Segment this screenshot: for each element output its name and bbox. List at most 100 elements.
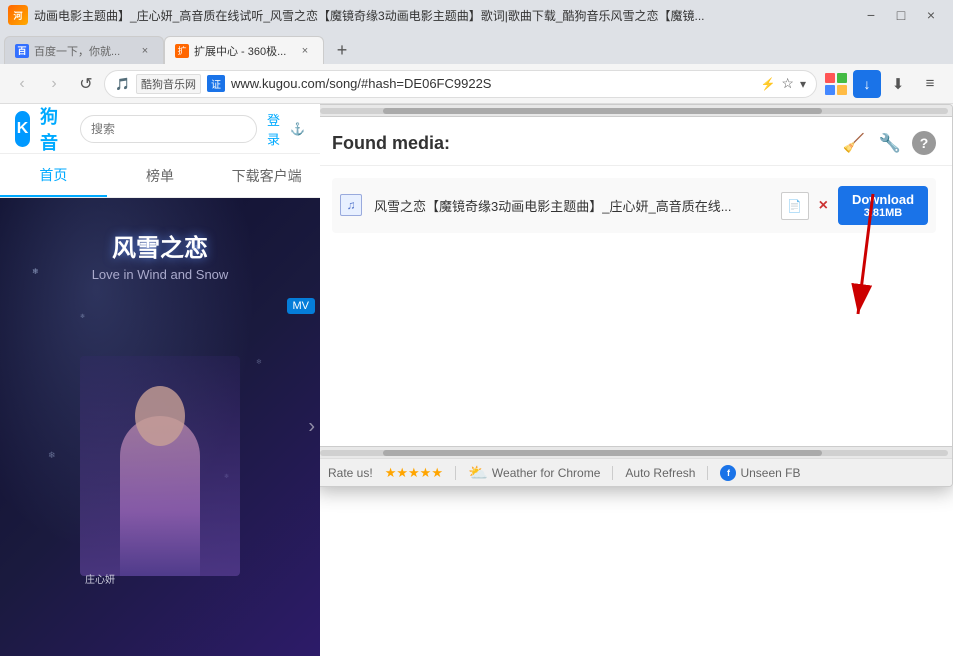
album-text-overlay: 风雪之恋 Love in Wind and Snow	[92, 228, 229, 282]
forward-button[interactable]: ›	[40, 70, 68, 98]
song-title: 风雪之恋	[92, 228, 229, 263]
download-size: 3.81MB	[850, 207, 916, 219]
address-favicon: 🎵	[115, 77, 130, 91]
browser-menu-button[interactable]: ≡	[915, 69, 945, 99]
tab-favicon-ext: 扩	[175, 44, 189, 58]
kugou-music-sidebar: K 酷狗音乐 登录 ⚓ 首页 榜单 下载客户端 ❄ ❄	[0, 104, 320, 656]
scrollbar-thumb-top	[383, 108, 823, 114]
media-page-button[interactable]: 📄	[781, 192, 809, 220]
rate-us-label: Rate us!	[328, 466, 373, 480]
popup-scrollbar-top[interactable]	[320, 105, 952, 117]
refresh-button[interactable]: ↺	[72, 70, 100, 98]
download-label: Download	[850, 192, 916, 207]
footer-divider-1	[455, 466, 456, 480]
new-tab-button[interactable]: +	[328, 36, 356, 64]
tab-title-ext: 扩展中心 - 360极...	[194, 43, 292, 59]
scrollbar-thumb-bottom	[383, 450, 823, 456]
media-delete-button[interactable]: ×	[819, 197, 828, 215]
popup-scrollbar-bottom[interactable]	[320, 446, 952, 458]
title-bar: 河 动画电影主题曲】_庄心妍_高音质在线试听_风雪之恋【魔镜奇缘3动画电影主题曲…	[0, 0, 953, 30]
star-icon[interactable]: ☆	[781, 75, 794, 92]
rating-stars[interactable]: ★★★★★	[385, 465, 443, 481]
broom-icon: 🧹	[843, 133, 865, 154]
weather-cloud-icon: ⛅	[468, 463, 488, 483]
window-controls: − □ ×	[857, 4, 945, 26]
media-list-item: ♫ 风雪之恋【魔镜奇缘3动画电影主题曲】_庄心妍_高音质在线... 📄 × Do…	[332, 178, 936, 233]
settings-button[interactable]: 🔧	[876, 129, 904, 157]
site-name-badge: 酷狗音乐网	[136, 74, 201, 94]
page-content-area: Found media: 🧹 🔧 ?	[320, 104, 953, 656]
tab-close-ext[interactable]: ×	[297, 43, 313, 59]
wrench-icon: 🔧	[879, 133, 901, 154]
mv-badge[interactable]: MV	[287, 298, 316, 314]
kugou-header: K 酷狗音乐 登录 ⚓	[0, 104, 320, 154]
security-badge: 证	[207, 75, 225, 92]
artist-head	[135, 386, 185, 446]
kugou-nav-home[interactable]: 首页	[0, 155, 107, 197]
popup-media-list: ♫ 风雪之恋【魔镜奇缘3动画电影主题曲】_庄心妍_高音质在线... 📄 × Do…	[320, 166, 952, 246]
url-text: www.kugou.com/song/#hash=DE06FC9922S	[231, 76, 755, 91]
windows-grid-icon[interactable]	[821, 69, 851, 99]
toolbar-right: ↓ ⬇ ≡	[821, 69, 945, 99]
media-item-name: 风雪之恋【魔镜奇缘3动画电影主题曲】_庄心妍_高音质在线...	[374, 196, 771, 215]
tab-extension-center[interactable]: 扩 扩展中心 - 360极... ×	[164, 36, 324, 64]
tab-baidu[interactable]: 百 百度一下，你就... ×	[4, 36, 164, 64]
footer-divider-2	[612, 466, 613, 480]
maximize-button[interactable]: □	[887, 4, 915, 26]
unseen-fb-icon: f	[720, 465, 736, 481]
close-button[interactable]: ×	[917, 4, 945, 26]
popup-action-buttons: 🧹 🔧 ?	[840, 129, 936, 157]
artist-name-display: 庄心妍	[85, 571, 115, 586]
download-dialog: Found media: 🧹 🔧 ?	[320, 104, 953, 487]
download-icon: ↓	[864, 76, 871, 92]
footer-divider-3	[707, 466, 708, 480]
popup-header: Found media: 🧹 🔧 ?	[320, 117, 952, 166]
kugou-nav-charts[interactable]: 榜单	[107, 156, 214, 196]
browser-window: 河 动画电影主题曲】_庄心妍_高音质在线试听_风雪之恋【魔镜奇缘3动画电影主题曲…	[0, 0, 953, 656]
browser-logo: 河	[8, 5, 28, 25]
dropdown-arrow-icon[interactable]: ▾	[800, 77, 806, 91]
album-cover: ❄ ❄ ❄ ❄ ❄ ❄ 风雪之恋 Love in Wind and Snow	[0, 198, 320, 656]
popup-empty-area	[320, 246, 952, 446]
auto-refresh-link[interactable]: Auto Refresh	[625, 466, 695, 480]
lightning-icon: ⚡	[760, 77, 775, 91]
tab-favicon-baidu: 百	[15, 44, 29, 58]
weather-for-chrome-link[interactable]: ⛅ Weather for Chrome	[468, 463, 600, 483]
unseen-fb-label: Unseen FB	[740, 466, 800, 480]
save-page-button[interactable]: ⬇	[883, 69, 913, 99]
kugou-login-button[interactable]: 登录	[267, 110, 280, 148]
scrollbar-track-top	[320, 108, 948, 114]
kugou-content-area: ❄ ❄ ❄ ❄ ❄ ❄ 风雪之恋 Love in Wind and Snow	[0, 198, 320, 656]
right-nav-arrow[interactable]: ›	[308, 416, 315, 439]
download-popup-overlay: Found media: 🧹 🔧 ?	[320, 104, 953, 656]
broom-button[interactable]: 🧹	[840, 129, 868, 157]
kugou-nav-download[interactable]: 下载客户端	[213, 156, 320, 196]
artist-photo-area: 庄心妍	[80, 356, 240, 576]
tab-close-baidu[interactable]: ×	[137, 43, 153, 59]
tab-bar: 百 百度一下，你就... × 扩 扩展中心 - 360极... × +	[0, 30, 953, 64]
song-subtitle: Love in Wind and Snow	[92, 267, 229, 282]
kugou-logo: K	[15, 111, 30, 147]
question-mark-icon: ?	[920, 135, 929, 151]
help-button[interactable]: ?	[912, 131, 936, 155]
unseen-fb-link[interactable]: f Unseen FB	[720, 465, 800, 481]
kugou-nav: 首页 榜单 下载客户端	[0, 154, 320, 198]
music-file-icon: ♫	[340, 194, 364, 218]
page-icon: 📄	[787, 199, 802, 213]
anchor-icon: ⚓	[290, 122, 305, 136]
tab-title-baidu: 百度一下，你就...	[34, 43, 132, 59]
window-title: 动画电影主题曲】_庄心妍_高音质在线试听_风雪之恋【魔镜奇缘3动画电影主题曲】歌…	[34, 7, 851, 24]
scrollbar-track-bottom	[320, 450, 948, 456]
windows-icon	[825, 73, 847, 95]
address-input-wrapper[interactable]: 🎵 酷狗音乐网 证 www.kugou.com/song/#hash=DE06F…	[104, 70, 817, 98]
popup-footer: Rate us! ★★★★★ ⛅ Weather for Chrome Auto…	[320, 458, 952, 486]
kugou-search-input[interactable]	[80, 115, 257, 143]
auto-refresh-label: Auto Refresh	[625, 466, 695, 480]
main-area: K 酷狗音乐 登录 ⚓ 首页 榜单 下载客户端 ❄ ❄	[0, 104, 953, 656]
back-button[interactable]: ‹	[8, 70, 36, 98]
popup-title: Found media:	[332, 133, 840, 154]
minimize-button[interactable]: −	[857, 4, 885, 26]
download-extension-button[interactable]: ↓	[853, 70, 881, 98]
download-button[interactable]: Download 3.81MB	[838, 186, 928, 225]
weather-label: Weather for Chrome	[492, 466, 601, 480]
